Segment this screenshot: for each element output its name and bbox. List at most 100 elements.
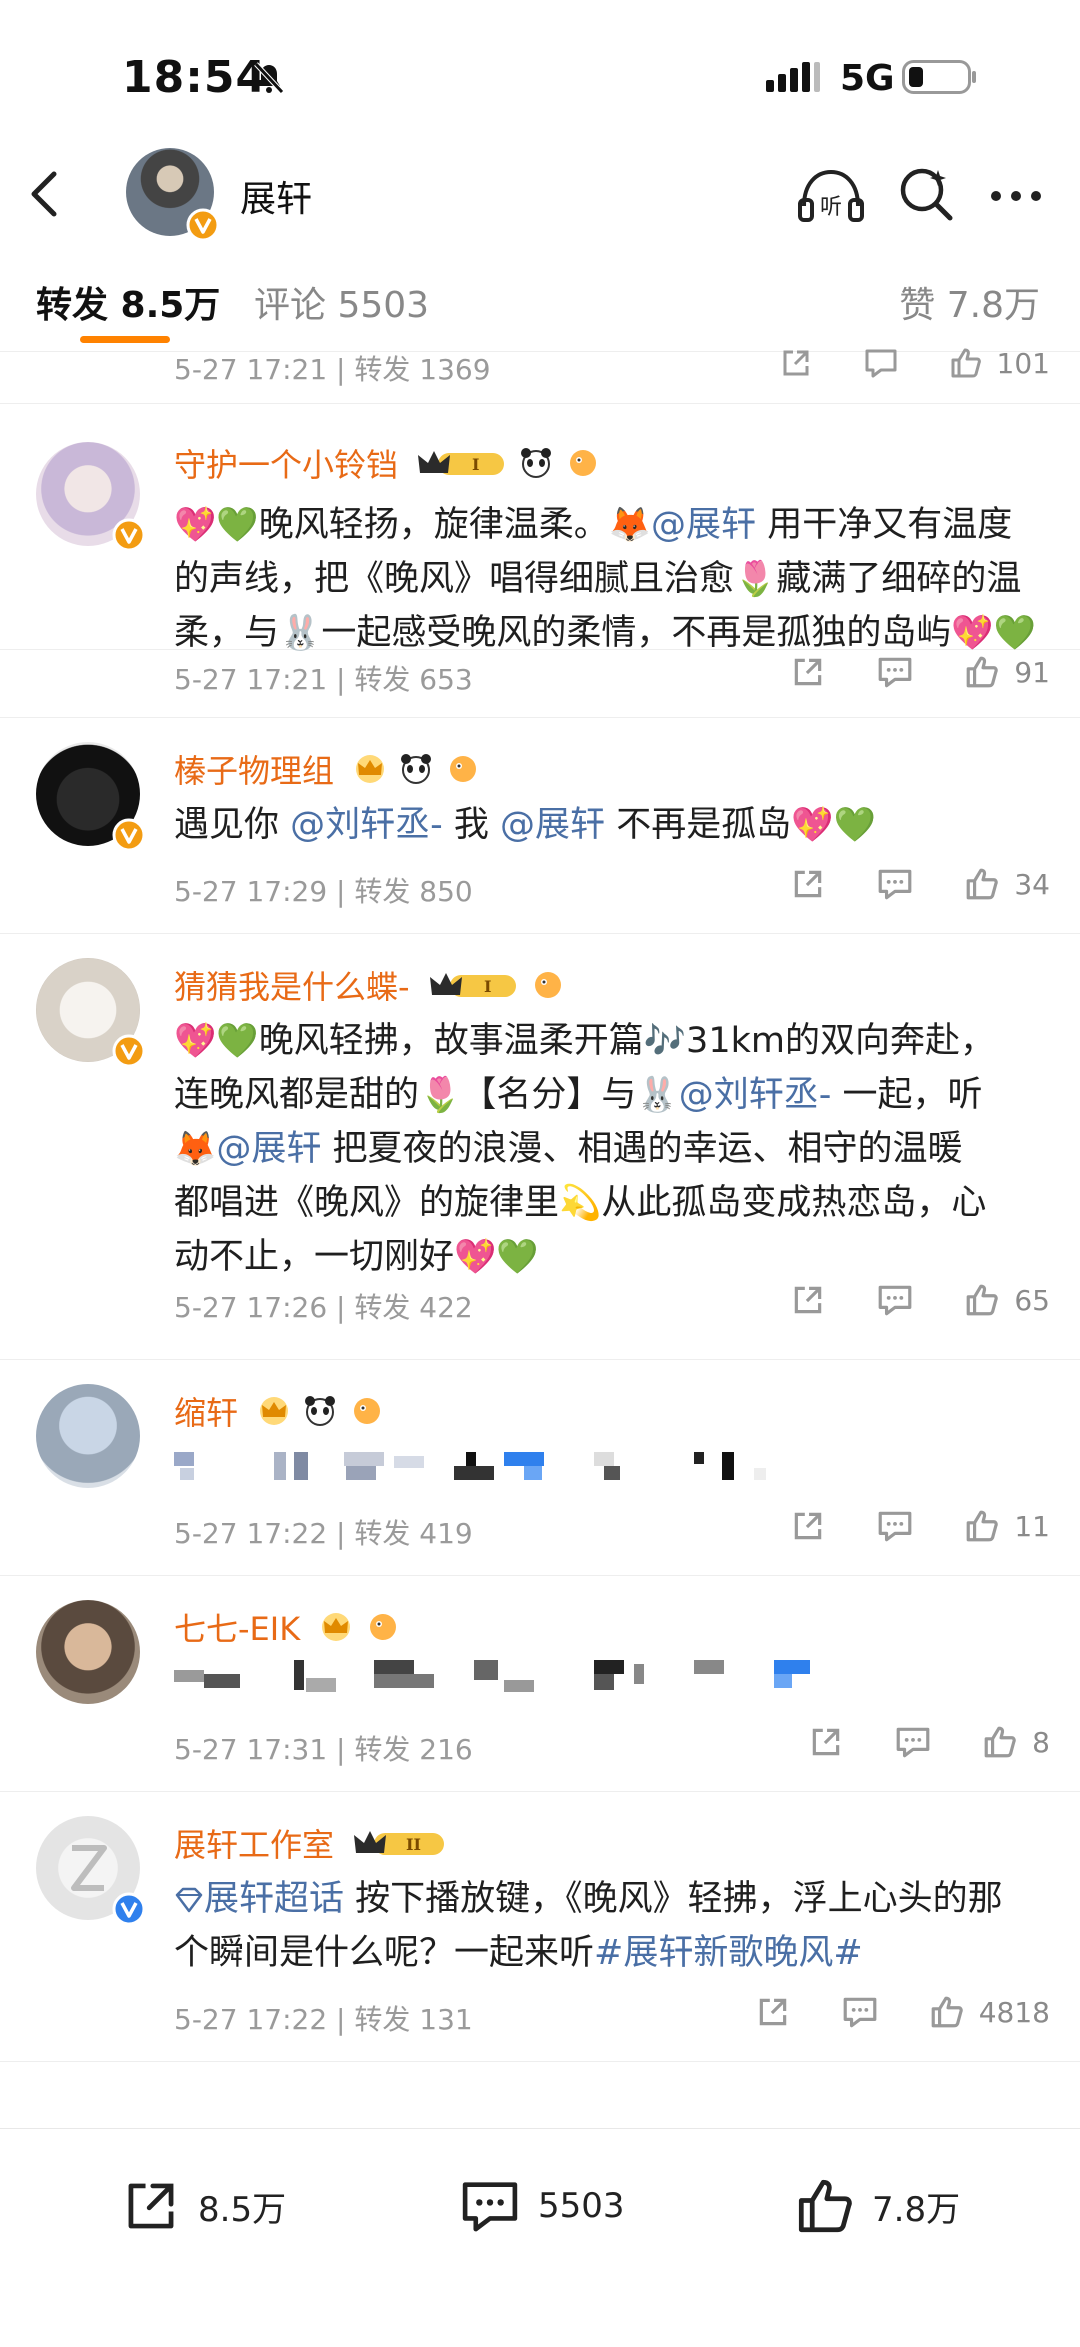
username[interactable]: 守护一个小铃铛 I: [174, 440, 601, 487]
like-action[interactable]: 11: [964, 1508, 1050, 1544]
more-dots-icon[interactable]: [986, 166, 1046, 226]
post-actions: 91: [740, 654, 1050, 690]
comment-action[interactable]: [876, 866, 914, 902]
username[interactable]: 缩轩: [174, 1388, 385, 1435]
fish-badge-icon: [353, 1398, 380, 1424]
verified-orange-icon: [112, 818, 146, 852]
user-avatar[interactable]: [36, 442, 146, 552]
panda-badge-icon: [521, 448, 552, 478]
member-badges: II: [352, 1827, 448, 1867]
comment-action[interactable]: [894, 1724, 932, 1760]
repost-action[interactable]: [790, 654, 826, 690]
hashtag-link[interactable]: #展轩新歌晚风#: [594, 1933, 863, 1973]
mention-link[interactable]: @展轩: [651, 505, 756, 545]
username[interactable]: 猜猜我是什么蝶- I: [174, 962, 566, 1009]
username[interactable]: 七七-EIK: [174, 1604, 401, 1651]
tab-comment[interactable]: 评论 5503: [254, 276, 429, 328]
music-notes-emoji: 🎶: [643, 1021, 687, 1061]
post-actions: 8: [758, 1724, 1050, 1760]
green-heart-emoji: 💚: [833, 805, 876, 845]
thumb-up-icon: [984, 1726, 1016, 1758]
supertopic-link[interactable]: 展轩超话: [204, 1879, 344, 1919]
post-meta: 5-27 17:22 | 转发 419: [174, 1517, 473, 1550]
verified-orange-icon: [112, 1034, 146, 1068]
mention-link[interactable]: @刘轩丞-: [679, 1075, 832, 1115]
repost-action[interactable]: [790, 1282, 826, 1318]
thumb-up-icon: [967, 1284, 999, 1316]
fox-emoji: 🦊: [174, 1129, 217, 1169]
like-action[interactable]: 91: [964, 654, 1050, 690]
tab-repost[interactable]: 转发 8.5万: [36, 276, 220, 328]
repost-action[interactable]: [755, 1994, 791, 2030]
user-avatar[interactable]: [36, 1816, 146, 1926]
bottom-comment-button[interactable]: 5503: [458, 2175, 625, 2237]
battery-icon: [902, 60, 976, 94]
user-avatar[interactable]: [36, 1384, 140, 1488]
vip-crown-badge-icon: I: [429, 973, 516, 997]
username[interactable]: 榛子物理组: [174, 746, 481, 793]
comment-count: 5503: [538, 2186, 625, 2226]
supertopic-diamond-icon: [175, 1887, 203, 1913]
back-arrow-icon[interactable]: [22, 164, 66, 224]
user-avatar[interactable]: [36, 742, 146, 852]
list-item: 缩轩 5-27 17:22 | 转发 419 11: [0, 1360, 1080, 1576]
username[interactable]: 展轩工作室 II: [174, 1820, 448, 1867]
share-icon: [795, 1512, 822, 1540]
post-meta: 5-27 17:21 | 转发 653: [174, 663, 473, 696]
status-time: 18:54: [122, 52, 268, 103]
mention-link[interactable]: @展轩: [216, 1129, 321, 1169]
comment-action[interactable]: [863, 346, 899, 380]
green-heart-emoji: 💚: [993, 613, 1037, 653]
like-action[interactable]: 101: [949, 346, 1050, 380]
network-label: 5G: [840, 58, 895, 99]
like-count: 65: [1014, 1283, 1050, 1317]
like-action[interactable]: 8: [982, 1724, 1050, 1760]
comment-action[interactable]: [876, 654, 914, 690]
tab-like[interactable]: 赞 7.8万: [899, 276, 1040, 328]
repost-count: 8.5万: [198, 2189, 287, 2230]
mention-link[interactable]: @刘轩丞-: [290, 805, 443, 845]
like-action[interactable]: 4818: [929, 1994, 1050, 2030]
crown-badge-icon: [322, 1613, 351, 1641]
share-icon: [812, 1728, 840, 1756]
sparkle-heart-emoji: 💖: [454, 1237, 497, 1277]
svg-text:II: II: [406, 1835, 421, 1854]
share-icon: [795, 870, 822, 898]
thumb-up-icon: [951, 348, 981, 378]
panda-badge-icon: [401, 754, 432, 784]
comment-icon: [878, 1285, 912, 1316]
like-count: 7.8万: [872, 2189, 961, 2230]
bottom-repost-button[interactable]: 8.5万: [120, 2175, 286, 2237]
blurred-text-block: [174, 1452, 766, 1480]
listen-headphones-icon[interactable]: 听: [796, 166, 866, 226]
bottom-action-bar: 8.5万 5503 7.8万: [0, 2128, 1080, 2347]
thumb-up-icon: [798, 2179, 852, 2233]
post-actions: 4818: [705, 1994, 1050, 2030]
detail-tabs: 转发 8.5万 评论 5503 赞 7.8万: [0, 252, 1080, 352]
search-icon[interactable]: [896, 164, 956, 224]
author-avatar[interactable]: [126, 148, 220, 242]
share-icon: [795, 1286, 822, 1314]
sparkle-heart-emoji: 💖: [791, 805, 834, 845]
comment-action[interactable]: [876, 1282, 914, 1318]
member-badges: I: [428, 969, 566, 1009]
post-meta: 5-27 17:31 | 转发 216: [174, 1733, 473, 1766]
mention-link[interactable]: @展轩: [500, 805, 605, 845]
repost-action[interactable]: [779, 346, 813, 380]
repost-action[interactable]: [790, 866, 826, 902]
like-action[interactable]: 65: [964, 1282, 1050, 1318]
post-meta: 5-27 17:29 | 转发 850: [174, 875, 473, 908]
like-action[interactable]: 34: [964, 866, 1050, 902]
fish-badge-icon: [369, 1614, 396, 1640]
vip-crown-badge-icon: II: [354, 1831, 445, 1855]
tulip-emoji: 🌷: [419, 1075, 462, 1115]
page-title[interactable]: 展轩: [240, 170, 312, 222]
comment-action[interactable]: [841, 1994, 879, 2030]
post-body: 💖💚晚风轻扬，旋律温柔。🦊@展轩 用干净又有温度的声线，把《晚风》唱得细腻且治愈…: [174, 505, 1037, 653]
user-avatar[interactable]: [36, 958, 146, 1068]
comment-action[interactable]: [876, 1508, 914, 1544]
bottom-like-button[interactable]: 7.8万: [794, 2175, 960, 2237]
repost-action[interactable]: [790, 1508, 826, 1544]
user-avatar[interactable]: [36, 1600, 140, 1704]
repost-action[interactable]: [808, 1724, 844, 1760]
